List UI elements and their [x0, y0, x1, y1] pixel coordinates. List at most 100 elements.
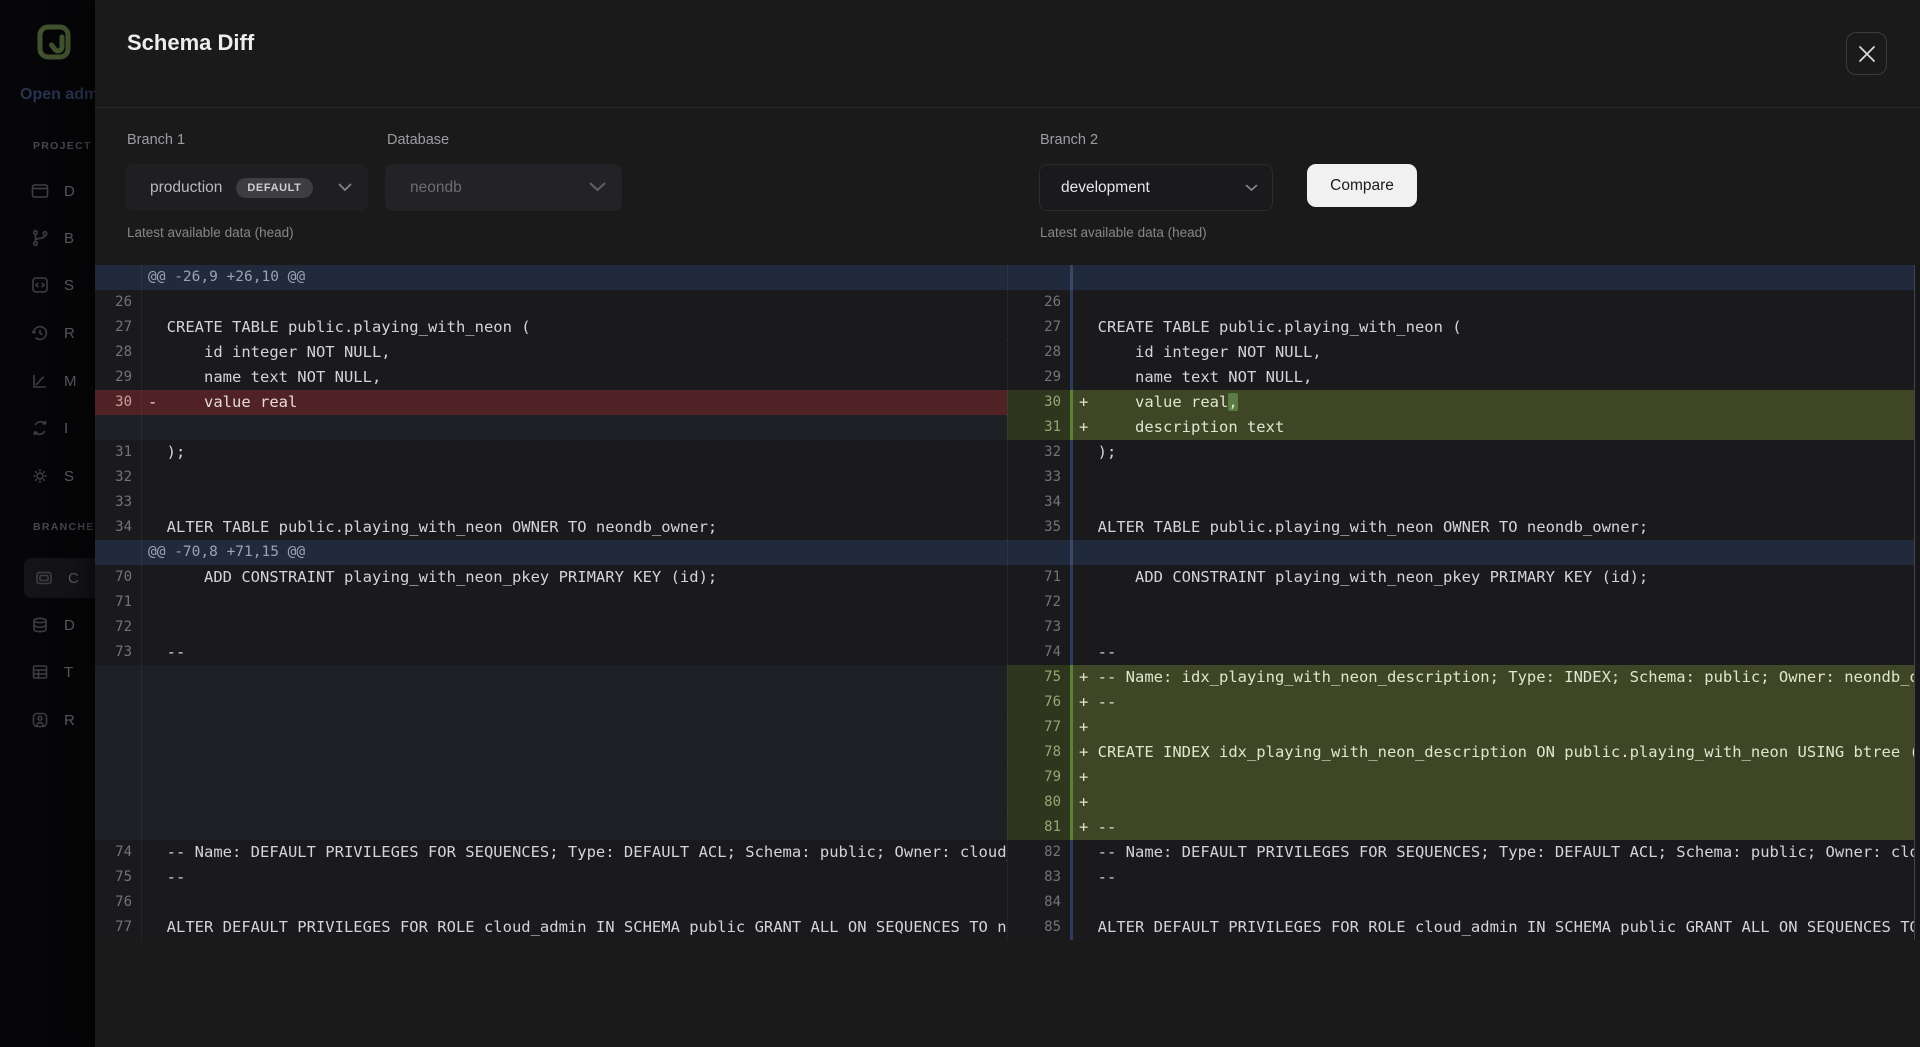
right-line-number: 30: [1007, 390, 1070, 415]
right-code-line: ADD CONSTRAINT playing_with_neon_pkey PR…: [1073, 565, 1914, 590]
scrollbar-track[interactable]: [1914, 265, 1920, 290]
scrollbar-track[interactable]: [1914, 865, 1920, 890]
scrollbar-track[interactable]: [1914, 665, 1920, 690]
scrollbar-track[interactable]: [1914, 815, 1920, 840]
right-code-line: );: [1073, 440, 1914, 465]
branch2-value: development: [1061, 179, 1150, 197]
left-code-line: id integer NOT NULL,: [141, 340, 1007, 365]
close-icon: [1858, 45, 1876, 63]
right-line-number: 74: [1007, 640, 1070, 665]
right-code-line: name text NOT NULL,: [1073, 365, 1914, 390]
right-code-line: [1073, 465, 1914, 490]
right-line-number: 84: [1007, 890, 1070, 915]
right-code-line: -- Name: DEFAULT PRIVILEGES FOR SEQUENCE…: [1073, 840, 1914, 865]
branch1-select[interactable]: production DEFAULT: [125, 164, 368, 211]
right-line-number: 78: [1007, 740, 1070, 765]
database-label: Database: [387, 132, 449, 148]
right-line-number: 28: [1007, 340, 1070, 365]
compare-button[interactable]: Compare: [1307, 164, 1417, 207]
scrollbar-track[interactable]: [1914, 390, 1920, 415]
left-line-number: 73: [95, 640, 141, 665]
left-line-number: 75: [95, 865, 141, 890]
left-code-line: [141, 590, 1007, 615]
branch1-value: production: [150, 179, 222, 197]
branch2-select[interactable]: development: [1039, 164, 1273, 211]
left-line-number: 74: [95, 840, 141, 865]
scrollbar-track[interactable]: [1914, 915, 1920, 940]
left-filler: [95, 815, 141, 840]
right-line-number: 71: [1007, 565, 1070, 590]
scrollbar-track[interactable]: [1914, 840, 1920, 865]
scrollbar-track[interactable]: [1914, 415, 1920, 440]
database-select[interactable]: neondb: [385, 164, 622, 211]
scrollbar-track[interactable]: [1914, 465, 1920, 490]
right-line-number: 80: [1007, 790, 1070, 815]
added-code-line: + --: [1073, 815, 1914, 840]
left-line-number: 77: [95, 915, 141, 940]
right-code-line: [1073, 590, 1914, 615]
left-line-number: 29: [95, 365, 141, 390]
right-line-number: 72: [1007, 590, 1070, 615]
scrollbar-track[interactable]: [1914, 540, 1920, 565]
scrollbar-track[interactable]: [1914, 515, 1920, 540]
scrollbar-track[interactable]: [1914, 565, 1920, 590]
right-line-number: 79: [1007, 765, 1070, 790]
chevron-down-icon: [589, 179, 606, 197]
modal-header: Schema Diff: [95, 0, 1920, 108]
right-line-number: 82: [1007, 840, 1070, 865]
scrollbar-track[interactable]: [1914, 890, 1920, 915]
left-code-line: [141, 615, 1007, 640]
left-line-number: 33: [95, 490, 141, 515]
left-code-line: --: [141, 640, 1007, 665]
scrollbar-track[interactable]: [1914, 315, 1920, 340]
scrollbar-track[interactable]: [1914, 490, 1920, 515]
branch1-meta: Latest available data (head): [127, 225, 294, 240]
right-line-number: 33: [1007, 465, 1070, 490]
left-code-line: );: [141, 440, 1007, 465]
scrollbar-track[interactable]: [1914, 590, 1920, 615]
hunk-header: @@ -26,9 +26,10 @@: [141, 265, 1007, 290]
added-code-line: + value real,: [1073, 390, 1914, 415]
schema-diff-view[interactable]: @@ -26,9 +26,10 @@262627 CREATE TABLE pu…: [95, 265, 1920, 940]
added-code-line: + description text: [1073, 415, 1914, 440]
scrollbar-track[interactable]: [1914, 290, 1920, 315]
right-line-number: 76: [1007, 690, 1070, 715]
added-code-line: +: [1073, 765, 1914, 790]
right-code-line: [1073, 615, 1914, 640]
right-code-line: --: [1073, 865, 1914, 890]
left-code-line: [141, 290, 1007, 315]
right-line-number: 32: [1007, 440, 1070, 465]
right-code-line: --: [1073, 640, 1914, 665]
right-line-number: 85: [1007, 915, 1070, 940]
scrollbar-track[interactable]: [1914, 340, 1920, 365]
left-line-number: 72: [95, 615, 141, 640]
scrollbar-track[interactable]: [1914, 365, 1920, 390]
scrollbar-track[interactable]: [1914, 640, 1920, 665]
scrollbar-track[interactable]: [1914, 690, 1920, 715]
close-button[interactable]: [1846, 32, 1887, 75]
right-line-number: 81: [1007, 815, 1070, 840]
scrollbar-track[interactable]: [1914, 740, 1920, 765]
default-badge: DEFAULT: [236, 178, 312, 198]
scrollbar-track[interactable]: [1914, 765, 1920, 790]
scrollbar-track[interactable]: [1914, 440, 1920, 465]
right-code-line: [1073, 265, 1914, 290]
scrollbar-track[interactable]: [1914, 715, 1920, 740]
left-filler: [95, 715, 141, 740]
chevron-down-icon: [338, 179, 352, 197]
added-code-line: + -- Name: idx_playing_with_neon_descrip…: [1073, 665, 1914, 690]
right-code-line: [1073, 490, 1914, 515]
left-gutter: [95, 265, 141, 290]
branch2-meta: Latest available data (head): [1040, 225, 1207, 240]
chevron-down-icon: [1245, 179, 1258, 197]
scrollbar-track[interactable]: [1914, 615, 1920, 640]
left-line-number: 30: [95, 390, 141, 415]
scrollbar-track[interactable]: [1914, 790, 1920, 815]
right-line-number: 73: [1007, 615, 1070, 640]
left-code-line: CREATE TABLE public.playing_with_neon (: [141, 315, 1007, 340]
right-gutter: [1007, 265, 1070, 290]
left-filler: [95, 765, 141, 790]
left-line-number: 71: [95, 590, 141, 615]
hunk-header: @@ -70,8 +71,15 @@: [141, 540, 1007, 565]
schema-diff-modal: Schema Diff Branch 1 Database Branch 2 p…: [95, 0, 1920, 1047]
